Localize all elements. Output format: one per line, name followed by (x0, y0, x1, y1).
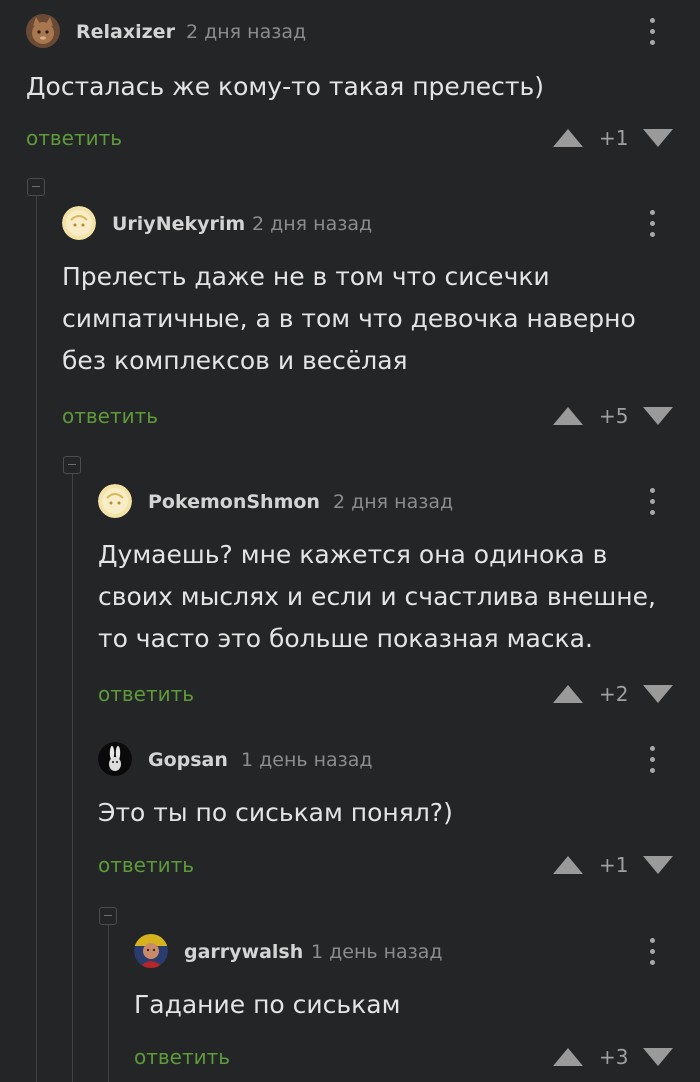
reply-link[interactable]: ответить (98, 853, 194, 877)
comment-header: PokemonShmon 2 дня назад (98, 484, 700, 518)
reply-link[interactable]: ответить (26, 126, 122, 150)
timestamp[interactable]: 2 дня назад (186, 21, 306, 43)
vote-controls: +2 (552, 682, 674, 706)
collapse-thread-icon[interactable] (63, 456, 81, 474)
avatar[interactable] (62, 206, 96, 240)
username[interactable]: garrywalsh (184, 941, 303, 963)
username[interactable]: Relaxizer (76, 21, 175, 43)
comment-header: garrywalsh 1 день назад (134, 934, 700, 968)
collapse-thread-icon[interactable] (99, 907, 117, 925)
comment-text: Досталась же кому-то такая прелесть) (26, 72, 544, 101)
collapse-thread-icon[interactable] (27, 178, 45, 196)
comment-text: Прелесть даже не в том что сисечки симпа… (62, 262, 636, 375)
upvote-icon[interactable] (552, 128, 584, 148)
comment-text: Это ты по сиськам понял?) (98, 798, 453, 827)
comment-header: UriyNekyrim 2 дня назад (62, 206, 700, 240)
comment-text: Думаешь? мне кажется она одинока в своих… (98, 540, 656, 653)
thread-line[interactable] (72, 474, 73, 1082)
vote-score: +1 (599, 126, 629, 150)
downvote-icon[interactable] (642, 855, 674, 875)
username[interactable]: PokemonShmon (148, 491, 320, 513)
comment: Gopsan 1 день назад Это ты по сиськам по… (98, 742, 700, 882)
reply-link[interactable]: ответить (98, 682, 194, 706)
timestamp[interactable]: 2 дня назад (333, 491, 453, 513)
timestamp[interactable]: 1 день назад (241, 749, 373, 771)
more-options-icon[interactable] (642, 14, 662, 48)
comment: PokemonShmon 2 дня назад Думаешь? мне ка… (98, 484, 700, 714)
downvote-icon[interactable] (642, 684, 674, 704)
thread-line[interactable] (108, 925, 109, 1082)
username[interactable]: UriyNekyrim (112, 213, 245, 235)
comment: UriyNekyrim 2 дня назад Прелесть даже не… (62, 206, 700, 436)
vote-controls: +1 (552, 853, 674, 877)
timestamp[interactable]: 1 день назад (311, 941, 443, 963)
avatar[interactable] (26, 14, 60, 48)
comment: garrywalsh 1 день назад Гадание по сиськ… (134, 934, 700, 1082)
more-options-icon[interactable] (642, 484, 662, 518)
comment-text: Гадание по сиськам (134, 990, 401, 1019)
avatar[interactable] (134, 934, 168, 968)
more-options-icon[interactable] (642, 742, 662, 776)
downvote-icon[interactable] (642, 406, 674, 426)
vote-score: +3 (599, 1045, 629, 1069)
upvote-icon[interactable] (552, 1047, 584, 1067)
vote-controls: +1 (552, 126, 674, 150)
avatar[interactable] (98, 484, 132, 518)
thread-line[interactable] (36, 196, 37, 1082)
comment: Relaxizer 2 дня назад Досталась же кому-… (26, 14, 700, 154)
avatar[interactable] (98, 742, 132, 776)
timestamp[interactable]: 2 дня назад (252, 213, 372, 235)
downvote-icon[interactable] (642, 128, 674, 148)
more-options-icon[interactable] (642, 206, 662, 240)
reply-link[interactable]: ответить (62, 404, 158, 428)
reply-link[interactable]: ответить (134, 1045, 230, 1069)
downvote-icon[interactable] (642, 1047, 674, 1067)
more-options-icon[interactable] (642, 934, 662, 968)
vote-controls: +5 (552, 404, 674, 428)
vote-score: +5 (599, 404, 629, 428)
vote-score: +1 (599, 853, 629, 877)
upvote-icon[interactable] (552, 406, 584, 426)
vote-score: +2 (599, 682, 629, 706)
vote-controls: +3 (552, 1045, 674, 1069)
upvote-icon[interactable] (552, 855, 584, 875)
upvote-icon[interactable] (552, 684, 584, 704)
comment-header: Gopsan 1 день назад (98, 742, 700, 776)
comment-header: Relaxizer 2 дня назад (26, 14, 700, 48)
username[interactable]: Gopsan (148, 749, 228, 771)
